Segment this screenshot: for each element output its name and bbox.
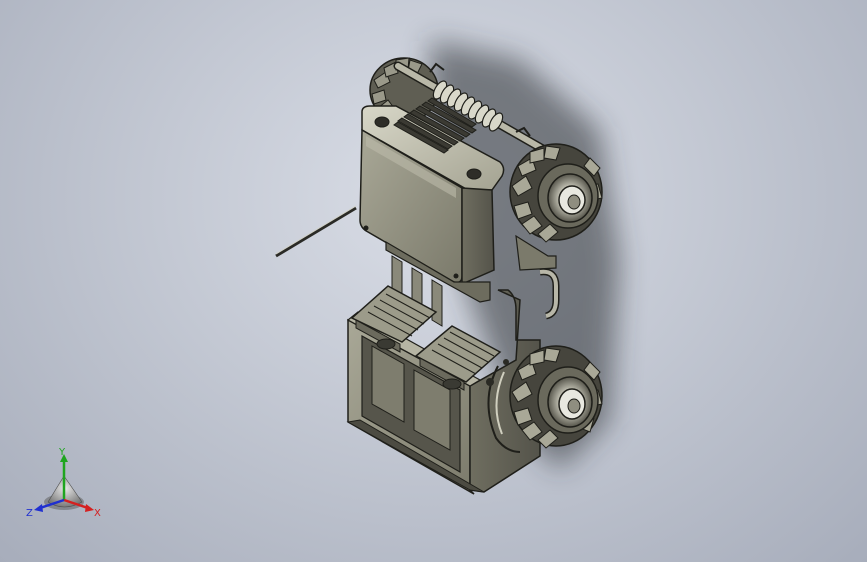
wheel-front-upper-right[interactable]: [509, 143, 603, 243]
antenna-wire: [275, 206, 357, 258]
wheel-front-lower-right[interactable]: [509, 345, 603, 449]
z-axis-arrow-icon: [34, 504, 43, 512]
y-axis-label: Y: [58, 447, 66, 458]
cad-3d-viewport[interactable]: Y X Z: [0, 0, 867, 562]
mount-hole-left: [374, 116, 390, 128]
x-axis-arrow-icon: [85, 504, 94, 512]
axis-triad[interactable]: Y X Z: [24, 446, 108, 526]
z-axis-label: Z: [26, 508, 33, 519]
x-axis-label: X: [94, 508, 101, 519]
mount-hole-right: [466, 168, 482, 180]
robot-chassis-model[interactable]: [0, 0, 867, 562]
